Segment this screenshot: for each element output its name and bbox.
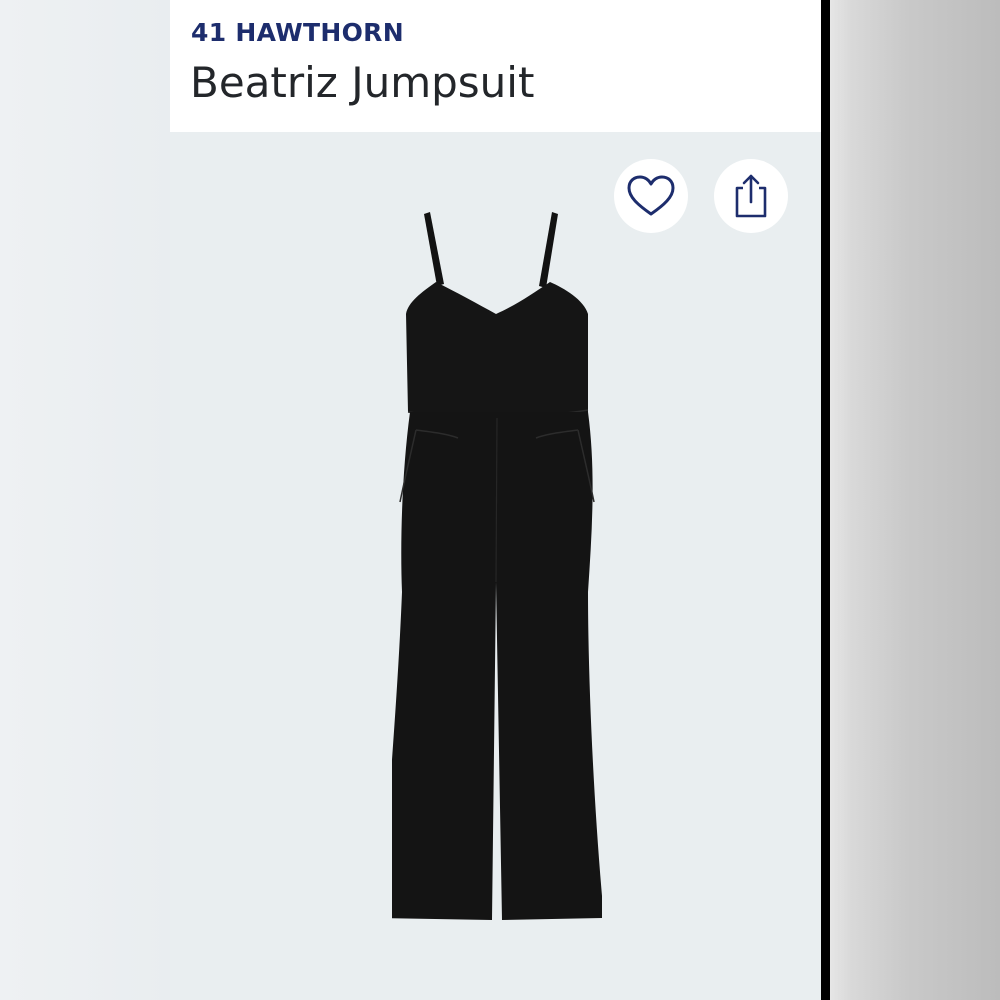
- product-header: 41 HAWTHORN Beatriz Jumpsuit: [170, 0, 821, 132]
- screen: 41 HAWTHORN Beatriz Jumpsuit: [0, 0, 1000, 1000]
- share-icon: [735, 174, 767, 218]
- product-image-area[interactable]: [170, 132, 821, 1000]
- heart-icon: [627, 175, 675, 216]
- product-title: Beatriz Jumpsuit: [190, 58, 535, 107]
- share-button[interactable]: [714, 159, 788, 233]
- backdrop-left: [0, 0, 170, 1000]
- product-page: 41 HAWTHORN Beatriz Jumpsuit: [170, 0, 821, 1000]
- product-image: [392, 212, 602, 920]
- favorite-button[interactable]: [614, 159, 688, 233]
- screen-edge: [821, 0, 830, 1000]
- backdrop-right: [830, 0, 1000, 1000]
- jumpsuit-illustration: [392, 212, 602, 920]
- brand-name[interactable]: 41 HAWTHORN: [191, 18, 404, 47]
